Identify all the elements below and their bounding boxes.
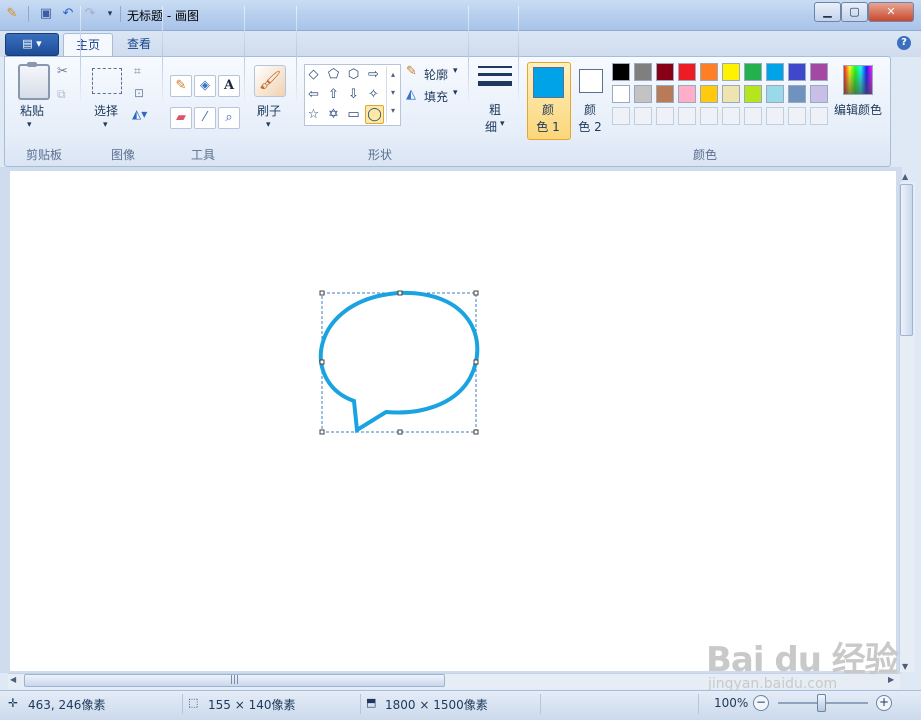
cursor-position-icon: ✛ (8, 696, 19, 710)
zoom-slider-thumb[interactable] (817, 694, 826, 712)
handle-top[interactable] (397, 290, 403, 296)
scroll-up-arrow-icon[interactable]: ▲ (902, 172, 908, 181)
handle-bottom[interactable] (397, 429, 403, 435)
vertical-scroll-thumb[interactable] (900, 184, 913, 336)
handle-top-left[interactable] (319, 290, 325, 296)
cursor-position: 463, 246像素 (28, 698, 106, 712)
image-size-icon: ⬒ (366, 696, 377, 709)
status-divider (182, 694, 183, 714)
watermark-brand: Bai du 经验 (706, 640, 899, 680)
handle-left[interactable] (319, 359, 325, 365)
horizontal-scroll-thumb[interactable]: ||| (24, 674, 445, 687)
status-divider (360, 694, 361, 714)
handle-bottom-left[interactable] (319, 429, 325, 435)
scroll-left-arrow-icon[interactable]: ◀ (10, 675, 16, 684)
status-divider (540, 694, 541, 714)
zoom-out-button[interactable]: − (753, 695, 769, 711)
zoom-level: 100% (714, 696, 749, 710)
canvas-drawing (318, 290, 480, 435)
selection-size-icon: ⬚ (188, 696, 199, 709)
selection-size: 155 × 140像素 (208, 698, 296, 712)
handle-right[interactable] (473, 359, 479, 365)
handle-top-right[interactable] (473, 290, 479, 296)
scroll-down-arrow-icon[interactable]: ▼ (902, 662, 908, 671)
speech-bubble-shape[interactable] (318, 290, 480, 434)
handle-bottom-right[interactable] (473, 429, 479, 435)
status-divider (698, 694, 699, 714)
image-size: 1800 × 1500像素 (385, 698, 488, 712)
zoom-in-button[interactable]: + (876, 695, 892, 711)
